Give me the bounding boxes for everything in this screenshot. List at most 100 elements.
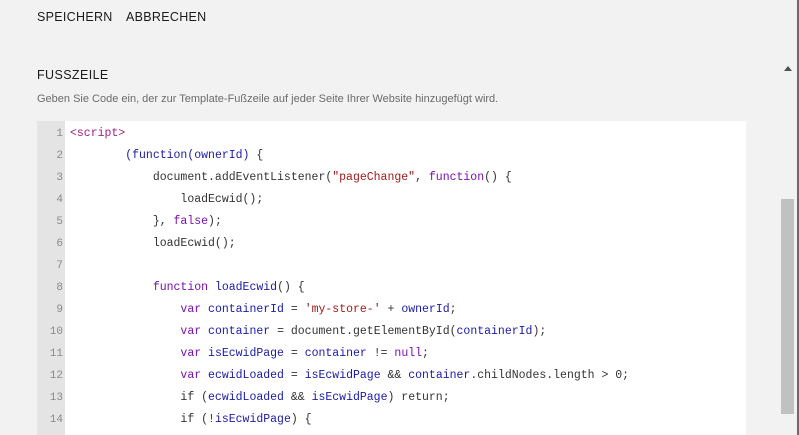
code-token: "pageChange" [332,171,416,184]
code-token: false [173,215,209,228]
code-token: ); [532,325,547,338]
code-text: loadEcwid(); [70,189,263,211]
code-token: && [283,391,312,404]
code-token: var [180,325,202,338]
code-token: document.addEventListener( [70,171,333,184]
code-token: ownerId [401,303,450,316]
code-line[interactable]: 3 document.addEventListener("pageChange"… [37,167,746,189]
code-token: , [415,171,429,184]
code-line[interactable]: 12 var ecwidLoaded = isEcwidPage && cont… [37,365,746,387]
code-token: (function( [125,149,195,162]
code-text: var containerId = 'my-store-' + ownerId; [70,299,457,321]
section-title: FUSSZEILE [37,68,109,82]
code-line[interactable]: 14 if (!isEcwidPage) { [37,409,746,431]
code-text: var isEcwidPage = container != null; [70,343,429,365]
code-token: && [380,369,409,382]
code-token: var [180,347,202,360]
toolbar: SPEICHERN ABBRECHEN [6,0,778,34]
code-token: ownerId [194,149,243,162]
code-token: ; [449,303,457,316]
code-token: containerId [456,325,533,338]
code-token: function [428,171,485,184]
code-token: ecwidLoaded [208,369,284,382]
code-token: container [304,347,367,360]
code-line[interactable]: 1 <script> [37,123,746,145]
code-token: ) return; [387,391,450,404]
line-number: 9 [56,304,63,316]
scrollbar-thumb[interactable] [781,199,794,414]
code-token: () { [277,281,305,294]
code-text: var container = document.getElementById(… [70,321,546,343]
code-token: loadEcwid(); [70,193,264,206]
caret-up-icon[interactable] [784,66,792,71]
code-token: containerId [208,303,284,316]
line-number: 2 [56,150,63,162]
code-token: loadEcwid(); [70,237,236,250]
code-line[interactable]: 9 var containerId = 'my-store-' + ownerI… [37,299,746,321]
save-button[interactable]: SPEICHERN [37,10,113,24]
code-text: }, false); [70,211,222,233]
code-token: ; [422,347,429,360]
code-token: ecwidLoaded [208,391,284,404]
code-token: isEcwidPage [208,347,284,360]
line-number: 14 [49,414,63,426]
code-token: .childNodes.length > 0; [470,369,630,382]
code-text: <script> [70,123,125,145]
code-line[interactable]: 2 (function(ownerId) { [37,145,746,167]
line-number: 13 [49,392,63,404]
code-token: loadEcwid [214,281,278,294]
code-token: function [152,281,209,294]
code-token: isEcwidPage [214,413,291,426]
code-line[interactable]: 11 var isEcwidPage = container != null; [37,343,746,365]
code-line[interactable]: 13 if (ecwidLoaded && isEcwidPage) retur… [37,387,746,409]
code-text: function loadEcwid() { [70,277,305,299]
code-text: (function(ownerId) { [70,145,263,167]
code-token: { [249,149,264,162]
line-number: 1 [56,128,63,140]
footer-settings-panel: SPEICHERN ABBRECHEN FUSSZEILE Geben Sie … [6,0,778,435]
code-text: if (!isEcwidPage) { [70,409,311,431]
line-number: 10 [49,326,63,338]
code-token: = [283,303,305,316]
code-token: () { [484,171,512,184]
code-line[interactable]: 10 var container = document.getElementBy… [37,321,746,343]
code-token: != [366,347,395,360]
code-editor[interactable]: 1 <script> 2 (function(ownerId) {3 documen… [37,121,746,435]
code-token: + [380,303,402,316]
code-line[interactable]: 7 [37,255,746,277]
line-number: 11 [49,348,63,360]
code-line[interactable]: 6 loadEcwid(); [37,233,746,255]
code-token: null [394,347,423,360]
line-number: 7 [56,260,63,272]
code-token: = [283,369,305,382]
line-number: 8 [56,282,63,294]
code-token: <script> [70,127,126,140]
line-number: 4 [56,194,63,206]
code-token: isEcwidPage [311,391,388,404]
code-token: = [283,347,305,360]
cancel-button[interactable]: ABBRECHEN [126,10,207,24]
line-number: 12 [49,370,63,382]
code-token: 'my-store-' [304,303,381,316]
code-line[interactable]: 4 loadEcwid(); [37,189,746,211]
code-line[interactable]: 8 function loadEcwid() { [37,277,746,299]
code-token: container [408,369,471,382]
code-token: var [180,369,202,382]
code-line[interactable]: 5 }, false); [37,211,746,233]
line-number: 6 [56,238,63,250]
code-token: container [208,325,271,338]
line-number: 3 [56,172,63,184]
code-text: if (ecwidLoaded && isEcwidPage) return; [70,387,450,409]
code-text: document.addEventListener("pageChange", … [70,167,512,189]
code-token: }, [70,215,174,228]
